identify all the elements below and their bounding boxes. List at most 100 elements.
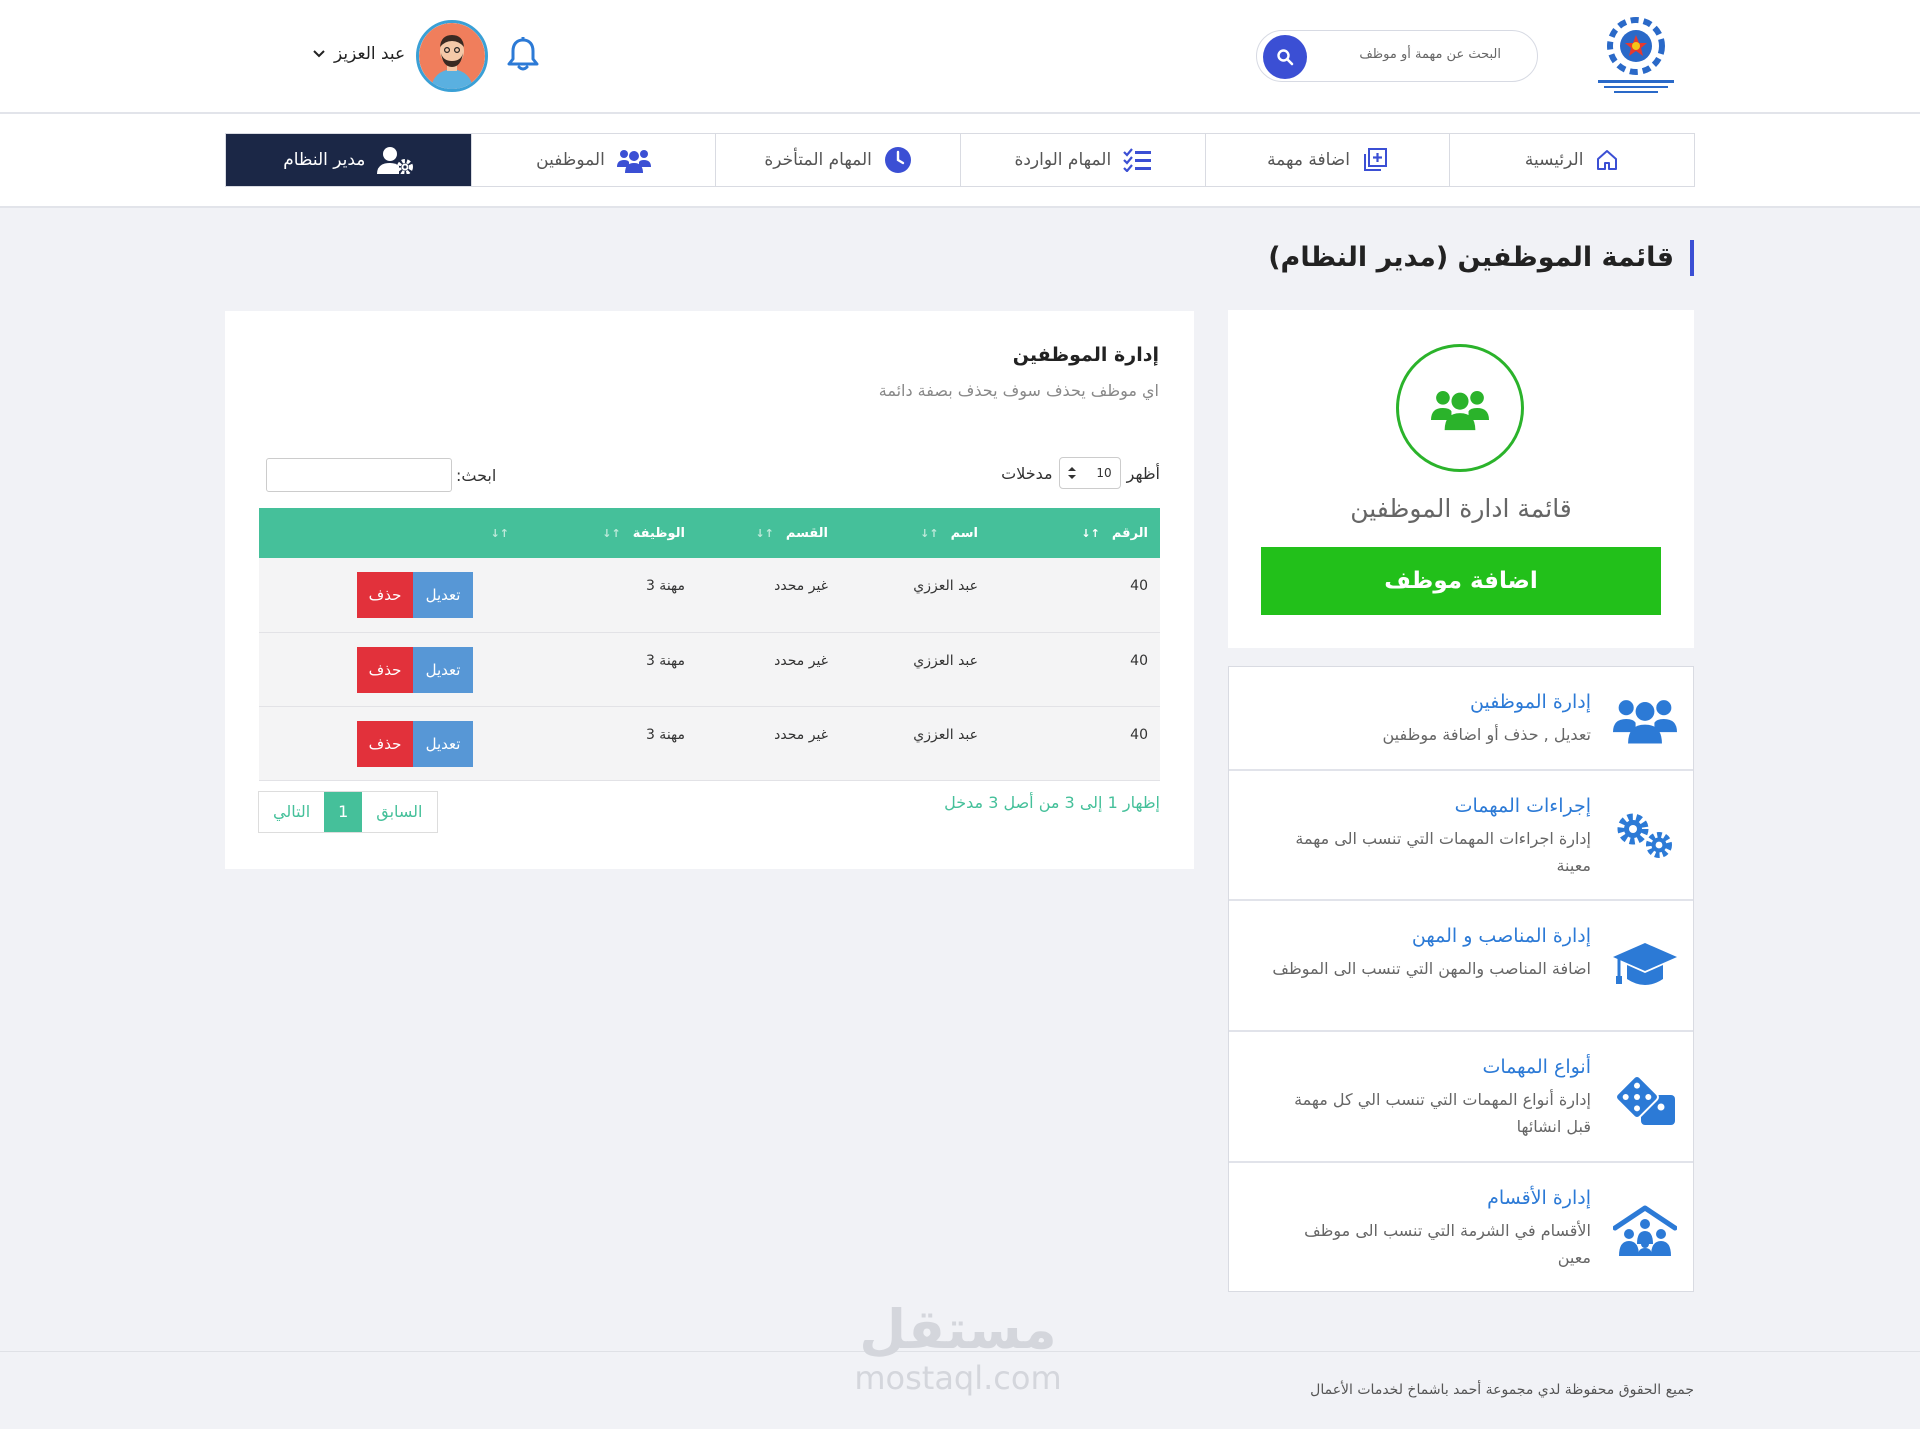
task-list-icon xyxy=(1123,148,1152,172)
employee-management-card: قائمة ادارة الموظفين اضافة موظف xyxy=(1228,310,1694,648)
menu-item-desc: الأقسام في الشرمة التي تنسب الى موظف معي… xyxy=(1304,1221,1591,1267)
select-arrows-icon xyxy=(1067,467,1076,479)
watermark: مستقل mostaql.com xyxy=(838,1300,1078,1397)
table-info: إظهار 1 إلى 3 من أصل 3 مدخل xyxy=(944,793,1160,812)
nav-item-system-admin[interactable]: مدير النظام xyxy=(225,134,471,186)
nav-label: المهام الواردة xyxy=(1014,150,1112,170)
menu-item-task-procedures[interactable]: إجراءات المهمات إدارة اجراءات المهمات ال… xyxy=(1229,771,1693,901)
nav-bar: الرئيسية اضافة مهمة المهام الواردة المها… xyxy=(225,133,1695,187)
nav-label: المهام المتأخرة xyxy=(764,150,872,170)
entries-length-control: أظهر 10 مدخلات xyxy=(1001,457,1160,489)
nav-label: مدير النظام xyxy=(283,150,366,170)
search-icon xyxy=(1277,49,1294,66)
menu-item-title[interactable]: إدارة الأقسام xyxy=(1269,1187,1591,1209)
sort-asc-icon: ↑↓ xyxy=(1081,526,1100,540)
edit-button[interactable]: تعديل xyxy=(413,572,473,618)
search-button[interactable] xyxy=(1263,35,1307,79)
pagination: السابق 1 التالي xyxy=(258,791,438,833)
column-header-job[interactable]: الوظيفة↑↓ xyxy=(533,508,697,558)
menu-item-title[interactable]: أنواع المهمات xyxy=(1269,1056,1591,1078)
menu-item-desc: اضافة المناصب والمهن التي تنسب الى الموظ… xyxy=(1272,959,1591,978)
pagination-next[interactable]: التالي xyxy=(259,792,325,832)
length-show-label: أظهر xyxy=(1126,463,1160,483)
watermark-english: mostaql.com xyxy=(854,1359,1062,1397)
entries-select-value: 10 xyxy=(1096,466,1112,480)
table-row: 40 عبد العززي غير محدد مهنة 3 تعديلحذف xyxy=(259,706,1160,780)
cell-job: مهنة 3 xyxy=(645,578,685,594)
bell-icon xyxy=(507,37,539,71)
sort-icon: ↑↓ xyxy=(602,526,621,540)
employees-table: الرقم↑↓ اسم↑↓ القسم↑↓ الوظيفة↑↓ ↑↓ 40 عب… xyxy=(259,508,1160,781)
column-header-id[interactable]: الرقم↑↓ xyxy=(990,508,1160,558)
search-input[interactable]: البحث عن مهمة أو موظف xyxy=(1359,47,1501,62)
house-group-icon xyxy=(1613,1203,1677,1259)
cell-department: غير محدد xyxy=(774,578,828,594)
cell-id: 40 xyxy=(1130,726,1148,743)
nav-item-add-task[interactable]: اضافة مهمة xyxy=(1204,134,1450,186)
edit-button[interactable]: تعديل xyxy=(413,646,473,693)
cell-name: عبد العززي xyxy=(913,578,978,594)
table-row: 40 عبد العززي غير محدد مهنة 3 تعديلحذف xyxy=(259,558,1160,632)
nav-item-incoming-tasks[interactable]: المهام الواردة xyxy=(959,134,1205,186)
table-search-label: ابحث: xyxy=(456,465,497,485)
nav-item-late-tasks[interactable]: المهام المتأخرة xyxy=(715,134,960,186)
user-avatar[interactable] xyxy=(416,20,488,92)
menu-item-title[interactable]: إجراءات المهمات xyxy=(1269,795,1591,817)
add-employee-button[interactable]: اضافة موظف xyxy=(1261,547,1661,615)
delete-button[interactable]: حذف xyxy=(357,646,413,693)
avatar-icon xyxy=(419,23,485,89)
pagination-prev[interactable]: السابق xyxy=(362,792,437,832)
entries-select[interactable]: 10 xyxy=(1058,457,1121,489)
cell-actions: تعديلحذف xyxy=(259,558,533,632)
nav-item-home[interactable]: الرئيسية xyxy=(1449,134,1694,186)
users-icon xyxy=(1431,390,1489,431)
column-header-department[interactable]: القسم↑↓ xyxy=(697,508,840,558)
users-icon xyxy=(1613,691,1677,747)
user-gear-icon xyxy=(377,147,414,174)
cell-department: غير محدد xyxy=(774,652,828,669)
menu-item-positions-jobs[interactable]: إدارة المناصب و المهن اضافة المناصب والم… xyxy=(1229,901,1693,1032)
cell-name: عبد العززي xyxy=(913,652,978,669)
card-subheading: اي موظف يحذف سوف يحذف بصفة دائمة xyxy=(878,381,1159,400)
length-entries-label: مدخلات xyxy=(1001,463,1053,483)
username-label: عبد العزيز xyxy=(334,44,406,64)
copyright-text: جميع الحقوق محفوظة لدي مجموعة أحمد باشما… xyxy=(1310,1382,1694,1398)
nav-label: الموظفين xyxy=(536,150,605,170)
add-square-icon xyxy=(1363,148,1387,171)
edit-button[interactable]: تعديل xyxy=(413,720,473,767)
nav-label: اضافة مهمة xyxy=(1267,150,1350,170)
users-icon-circle xyxy=(1396,344,1524,472)
admin-menu-list: إدارة الموظفين تعديل , حذف أو اضافة موظف… xyxy=(1228,666,1694,1292)
menu-item-task-types[interactable]: أنواع المهمات إدارة أنواع المهمات التي ت… xyxy=(1229,1032,1693,1163)
column-header-actions[interactable]: ↑↓ xyxy=(259,508,533,558)
column-header-name[interactable]: اسم↑↓ xyxy=(840,508,990,558)
sort-icon: ↑↓ xyxy=(920,526,939,540)
nav-item-employees[interactable]: الموظفين xyxy=(470,134,716,186)
menu-item-title[interactable]: إدارة الموظفين xyxy=(1269,691,1591,713)
cell-department: غير محدد xyxy=(774,726,828,743)
page-title: قائمة الموظفين (مدير النظام) xyxy=(1268,240,1694,276)
company-logo[interactable] xyxy=(1588,12,1684,100)
delete-button[interactable]: حذف xyxy=(357,572,413,618)
cell-id: 40 xyxy=(1130,652,1148,669)
menu-item-title[interactable]: إدارة المناصب و المهن xyxy=(1269,925,1591,947)
search-box[interactable]: البحث عن مهمة أو موظف xyxy=(1256,30,1538,82)
menu-item-desc: إدارة أنواع المهمات التي تنسب الي كل مهم… xyxy=(1294,1090,1591,1136)
cell-job: مهنة 3 xyxy=(645,726,685,743)
graduation-cap-icon xyxy=(1613,939,1677,995)
menu-item-manage-employees[interactable]: إدارة الموظفين تعديل , حذف أو اضافة موظف… xyxy=(1229,667,1693,771)
table-row: 40 عبد العززي غير محدد مهنة 3 تعديلحذف xyxy=(259,632,1160,706)
sort-icon: ↑↓ xyxy=(755,526,774,540)
user-menu[interactable]: عبد العزيز xyxy=(312,44,405,64)
cell-actions: تعديلحذف xyxy=(259,706,533,780)
pagination-page-current[interactable]: 1 xyxy=(324,792,363,832)
notifications-button[interactable] xyxy=(506,36,540,72)
dice-icon xyxy=(1613,1072,1677,1128)
main-navigation: الرئيسية اضافة مهمة المهام الواردة المها… xyxy=(0,114,1920,208)
table-search-input[interactable] xyxy=(266,458,452,492)
top-header: البحث عن مهمة أو موظف عبد العزيز xyxy=(0,0,1920,114)
delete-button[interactable]: حذف xyxy=(357,720,413,767)
menu-item-departments[interactable]: إدارة الأقسام الأقسام في الشرمة التي تنس… xyxy=(1229,1163,1693,1291)
clock-icon xyxy=(884,147,911,173)
cell-job: مهنة 3 xyxy=(645,652,685,669)
